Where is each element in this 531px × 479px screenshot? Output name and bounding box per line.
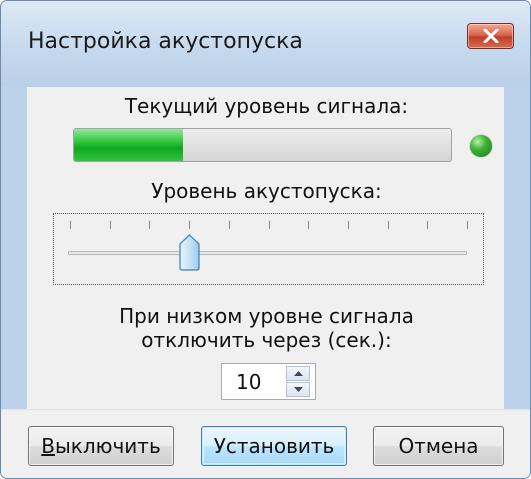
slider-tick — [387, 221, 389, 229]
close-button[interactable] — [467, 23, 514, 49]
timeout-spinbox[interactable]: 10 — [221, 363, 316, 400]
timeout-value[interactable]: 10 — [236, 370, 261, 394]
cancel-button-label: Отмена — [398, 434, 479, 458]
close-icon — [483, 29, 499, 43]
arrow-down-icon — [294, 387, 303, 392]
timeout-label-line2: отключить через (сек.): — [141, 328, 392, 352]
title-bar[interactable]: Настройка акустопуска — [1, 1, 530, 87]
status-led-icon — [470, 135, 492, 157]
threshold-slider[interactable] — [53, 213, 484, 285]
slider-tick — [109, 221, 111, 229]
window-title: Настройка акустопуска — [28, 29, 303, 54]
slider-tick — [70, 221, 71, 229]
signal-level-bar — [73, 128, 452, 162]
slider-tick — [189, 221, 191, 229]
slider-tick — [347, 221, 349, 229]
dialog-window: Настройка акустопуска Текущий уровень си… — [0, 0, 531, 479]
turn-off-label: ыключить — [54, 434, 161, 458]
set-button[interactable]: Установить — [201, 426, 347, 466]
turn-off-button[interactable]: Выключить — [28, 426, 174, 466]
slider-tick — [149, 221, 151, 229]
spin-up-button[interactable] — [286, 366, 310, 381]
arrow-up-icon — [294, 371, 303, 376]
slider-track[interactable] — [68, 251, 467, 255]
slider-tick — [228, 221, 230, 229]
timeout-label-line1: При низком уровне сигнала — [119, 304, 414, 328]
threshold-label: Уровень акустопуска: — [151, 179, 382, 203]
slider-thumb[interactable] — [179, 234, 200, 271]
slider-tick — [427, 221, 429, 229]
set-button-label: Установить — [213, 434, 335, 458]
slider-tick — [308, 221, 310, 229]
cancel-button[interactable]: Отмена — [373, 426, 504, 466]
signal-level-label: Текущий уровень сигнала: — [124, 94, 409, 118]
signal-level-fill — [74, 129, 184, 161]
turn-off-mnemonic: В — [41, 434, 55, 458]
slider-tick — [467, 221, 468, 229]
spin-down-button[interactable] — [286, 382, 310, 397]
slider-tick — [268, 221, 270, 229]
